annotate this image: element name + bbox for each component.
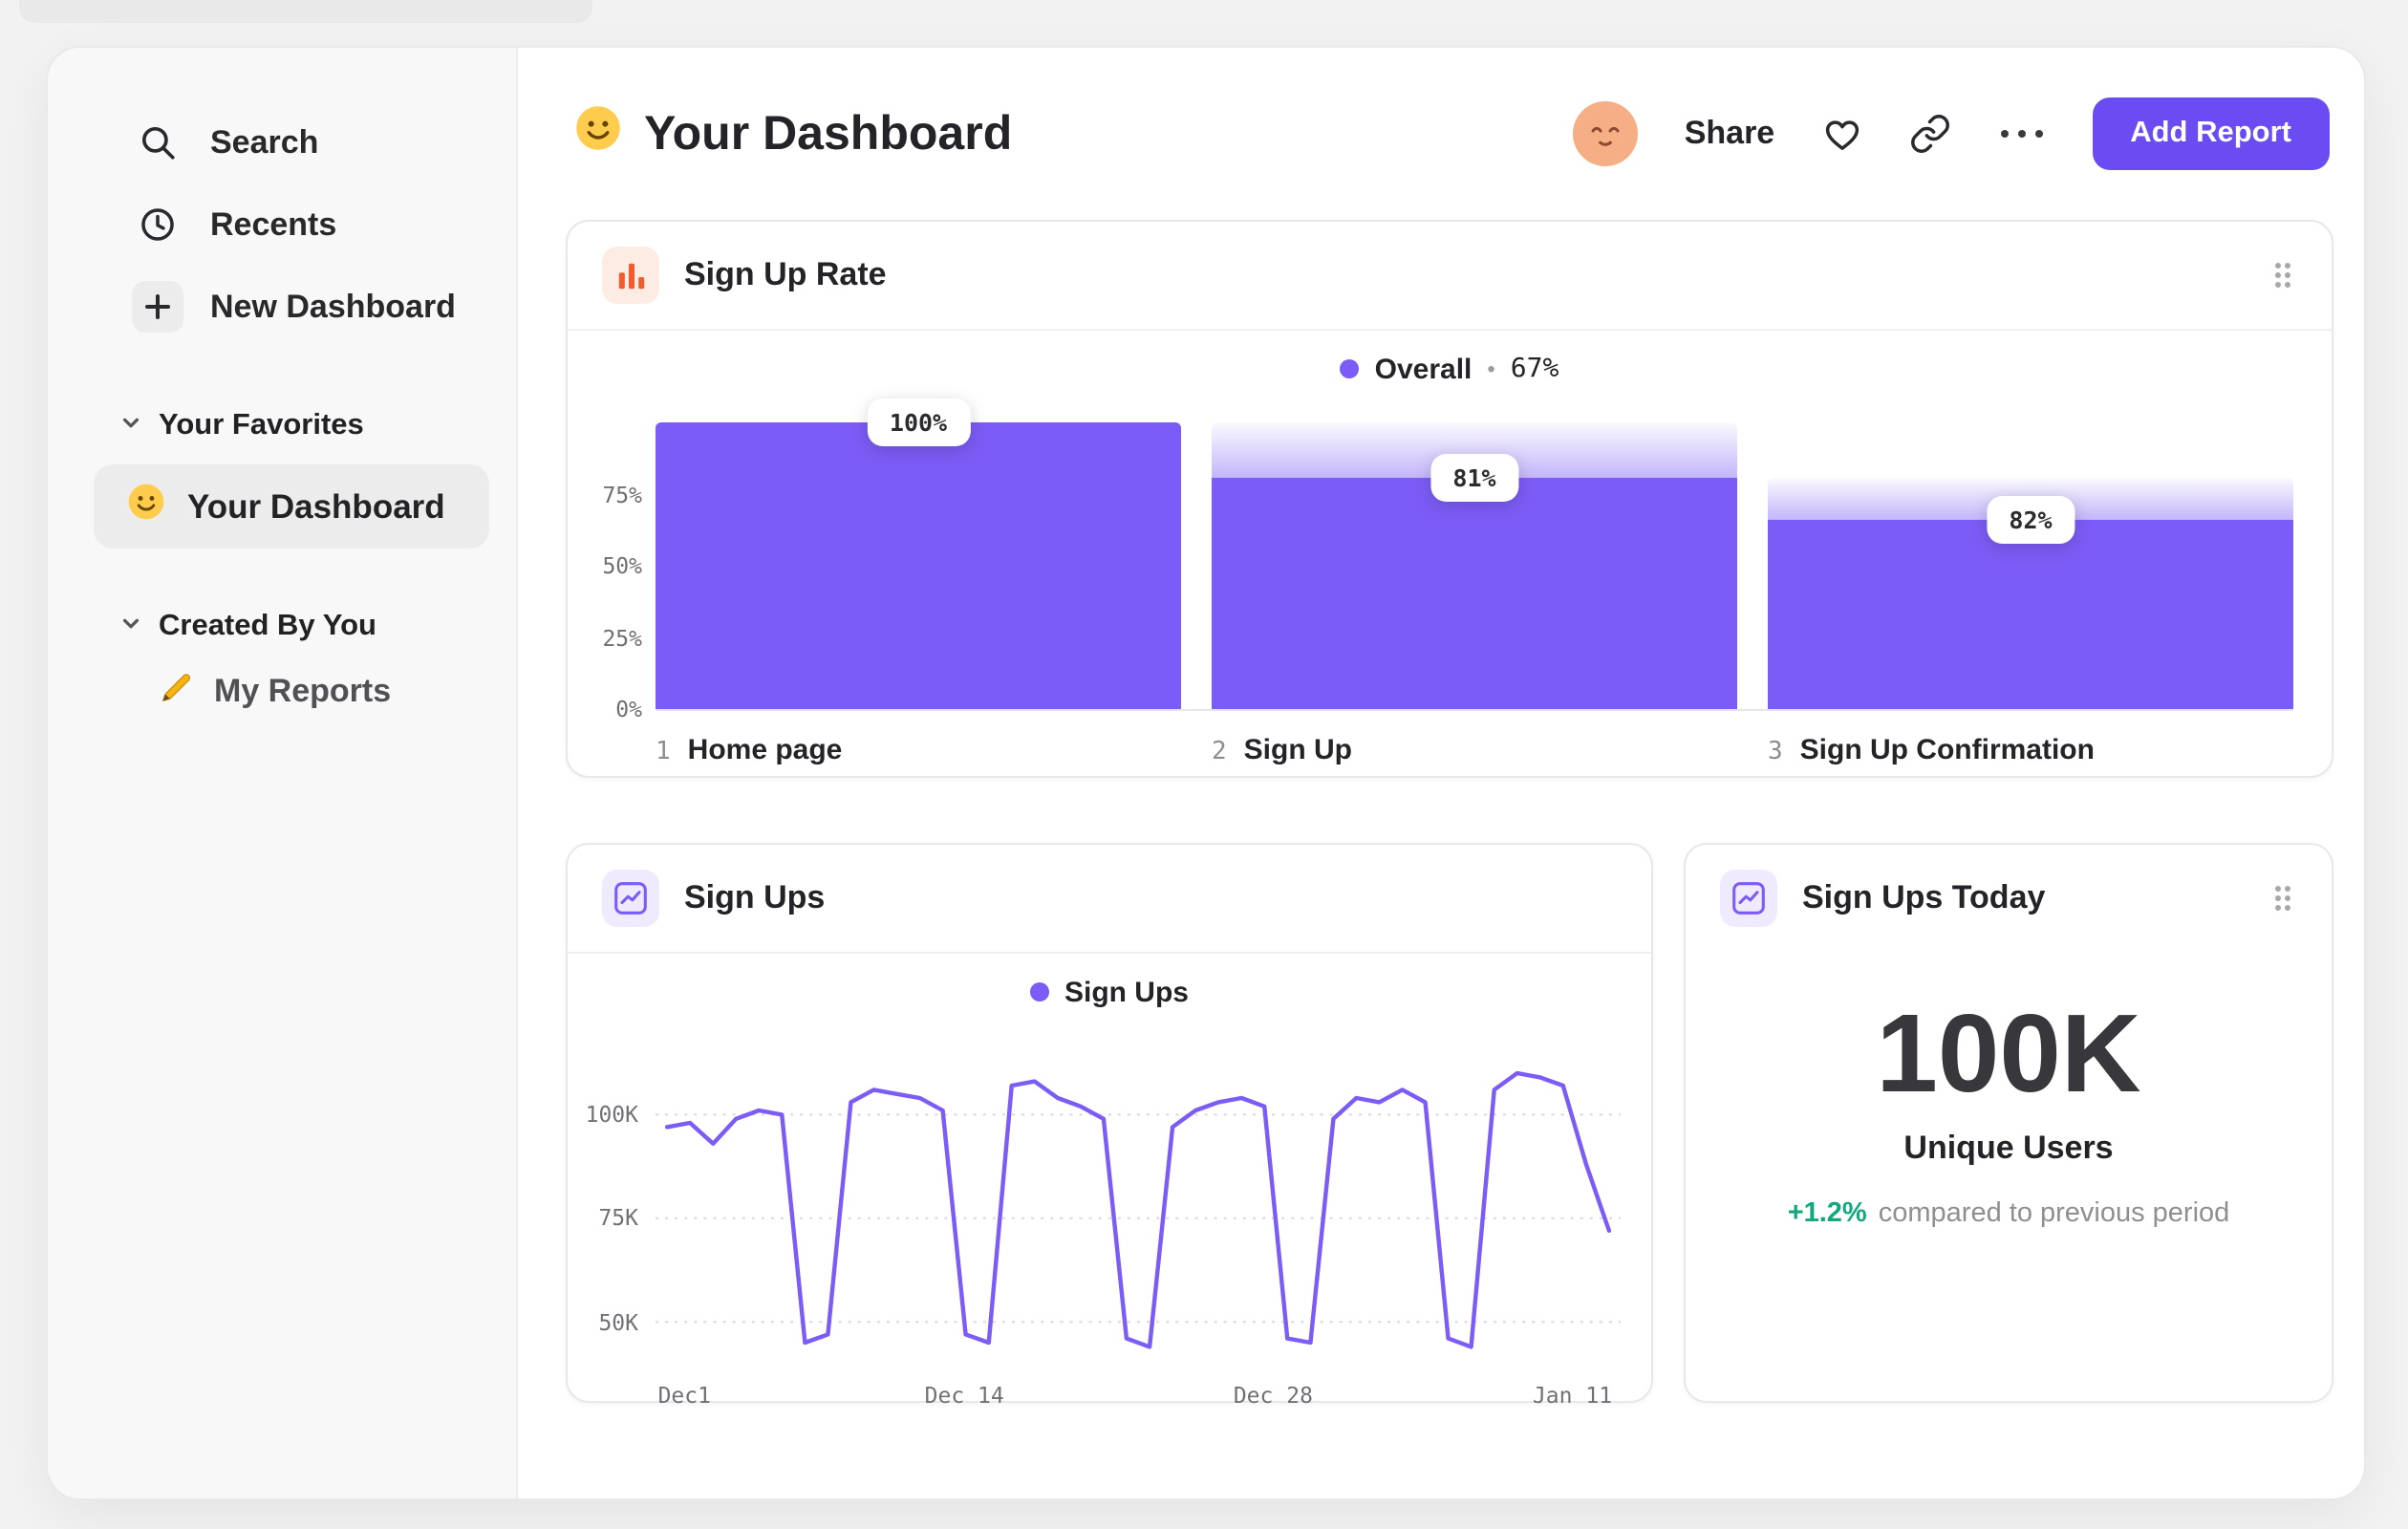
card-title: Sign Up Rate bbox=[684, 256, 887, 292]
line-x-tick: Dec 14 bbox=[924, 1382, 1004, 1409]
funnel-y-axis: 75% 50% 25% 0% bbox=[587, 422, 656, 722]
funnel-bar-sign-up[interactable]: 81% bbox=[1212, 422, 1737, 709]
app-window: Search Recents New Dashboard Your Favori… bbox=[46, 46, 2366, 1500]
chart-legend[interactable]: Overall • 67% bbox=[568, 331, 2332, 407]
signup-rate-card-header: Sign Up Rate bbox=[568, 222, 2332, 331]
pencil-icon bbox=[159, 669, 195, 715]
line-x-tick: Jan 11 bbox=[1532, 1382, 1613, 1409]
big-number-value: 100K bbox=[1876, 992, 2141, 1116]
line-x-axis: Dec1 Dec 14 Dec 28 Jan 11 bbox=[656, 1367, 1621, 1416]
legend-dot bbox=[1340, 359, 1360, 378]
main-content: Your Dashboard Share Add Report Sign Up … bbox=[518, 48, 2364, 1498]
line-chart-icon bbox=[1720, 870, 1777, 927]
chevron-down-icon bbox=[120, 409, 141, 443]
dashboard-header: Your Dashboard Share Add Report bbox=[566, 90, 2333, 178]
signups-today-card: Sign Ups Today 100K Unique Users +1.2% co… bbox=[1684, 843, 2333, 1403]
smiley-icon bbox=[126, 482, 166, 531]
signups-line-svg bbox=[656, 1070, 1621, 1349]
funnel-bar-sign-up-confirmation[interactable]: 82% bbox=[1768, 422, 2293, 709]
page-title: Your Dashboard bbox=[573, 102, 1012, 165]
legend-dot bbox=[1029, 982, 1049, 1001]
sidebar-section-created-by-you[interactable]: Created By You bbox=[48, 610, 516, 644]
signups-card: Sign Ups Sign Ups 100K 75K 50K Dec1 Dec 14 D… bbox=[566, 843, 1653, 1409]
smiley-icon bbox=[573, 102, 623, 165]
sidebar-item-search[interactable]: Search bbox=[48, 101, 516, 183]
funnel-y-tick: 75% bbox=[602, 481, 642, 507]
ellipsis-icon[interactable] bbox=[1996, 126, 2046, 141]
line-x-tick: Dec1 bbox=[657, 1382, 711, 1409]
line-y-tick: 100K bbox=[585, 1101, 638, 1129]
legend-separator: • bbox=[1487, 355, 1495, 382]
legend-series-name: Overall bbox=[1374, 353, 1473, 385]
signups-card-header: Sign Ups bbox=[568, 845, 1651, 954]
funnel-bar-home-page[interactable]: 100% bbox=[656, 398, 1181, 709]
sidebar: Search Recents New Dashboard Your Favori… bbox=[48, 48, 518, 1498]
funnel-step-label: 3 Sign Up Confirmation bbox=[1768, 734, 2095, 766]
sidebar-section-your-favorites[interactable]: Your Favorites bbox=[48, 409, 516, 443]
avatar[interactable] bbox=[1573, 101, 1639, 166]
line-x-tick: Dec 28 bbox=[1233, 1382, 1313, 1409]
sidebar-item-your-dashboard[interactable]: Your Dashboard bbox=[94, 464, 489, 549]
funnel-bar-fill bbox=[1768, 520, 2293, 709]
funnel-y-tick: 50% bbox=[602, 552, 642, 579]
sidebar-section-label: Created By You bbox=[159, 610, 376, 642]
funnel-y-tick: 25% bbox=[602, 624, 642, 651]
sidebar-item-label: Recents bbox=[210, 205, 337, 242]
funnel-bar-fill bbox=[656, 422, 1181, 709]
funnel-value-chip: 81% bbox=[1430, 453, 1519, 501]
legend-value: 67% bbox=[1510, 354, 1559, 384]
heart-icon[interactable] bbox=[1820, 113, 1862, 155]
sidebar-section-label: Your Favorites bbox=[159, 409, 364, 441]
search-icon bbox=[132, 122, 183, 162]
line-chart-icon bbox=[602, 870, 659, 927]
bar-chart-icon bbox=[602, 247, 659, 304]
signups-today-card-header: Sign Ups Today bbox=[1686, 845, 2332, 952]
add-report-button[interactable]: Add Report bbox=[2092, 97, 2330, 170]
sidebar-item-label: New Dashboard bbox=[210, 288, 456, 324]
window-artifact bbox=[19, 0, 592, 23]
funnel-step-label: 2 Sign Up bbox=[1212, 734, 1352, 766]
line-y-tick: 50K bbox=[598, 1308, 638, 1336]
line-y-axis: 100K 75K 50K bbox=[575, 1045, 656, 1367]
page-title-text: Your Dashboard bbox=[644, 106, 1013, 160]
card-title: Sign Ups Today bbox=[1802, 879, 2046, 915]
funnel-y-tick: 0% bbox=[615, 696, 642, 722]
delta-note: compared to previous period bbox=[1878, 1197, 2230, 1229]
big-number-label: Unique Users bbox=[1903, 1129, 2114, 1166]
funnel-step-label: 1 Home page bbox=[656, 734, 843, 766]
funnel-value-chip: 82% bbox=[1986, 496, 2075, 544]
sidebar-item-recents[interactable]: Recents bbox=[48, 183, 516, 266]
delta-row: +1.2% compared to previous period bbox=[1788, 1198, 2230, 1229]
share-button[interactable]: Share bbox=[1685, 115, 1775, 153]
drag-handle-icon[interactable] bbox=[2265, 252, 2301, 298]
funnel-bar-fill bbox=[1212, 477, 1737, 709]
plus-icon bbox=[132, 281, 183, 333]
sidebar-item-label: My Reports bbox=[214, 673, 392, 709]
signup-rate-card: Sign Up Rate Overall • 67% 75% 50% 25% 0% bbox=[566, 220, 2333, 778]
page: Search Recents New Dashboard Your Favori… bbox=[0, 0, 2408, 1529]
delta-value: +1.2% bbox=[1787, 1197, 1867, 1229]
sidebar-item-new-dashboard[interactable]: New Dashboard bbox=[48, 266, 516, 348]
sidebar-item-label: Your Dashboard bbox=[187, 486, 445, 525]
sidebar-item-my-reports[interactable]: My Reports bbox=[48, 669, 516, 715]
clock-icon bbox=[132, 205, 183, 245]
line-plot-area bbox=[656, 1045, 1621, 1367]
legend-series-name: Sign Ups bbox=[1064, 976, 1189, 1008]
card-title: Sign Ups bbox=[684, 879, 826, 915]
funnel-chart: 75% 50% 25% 0% 100% 81% 82% 1 Home page … bbox=[568, 398, 2332, 766]
chevron-down-icon bbox=[120, 610, 141, 644]
link-icon[interactable] bbox=[1908, 113, 1950, 155]
funnel-value-chip: 100% bbox=[866, 398, 971, 446]
line-chart[interactable]: 100K 75K 50K Dec1 Dec 14 Dec 28 Jan 11 bbox=[568, 1030, 1651, 1416]
drag-handle-icon[interactable] bbox=[2265, 875, 2301, 921]
sidebar-item-label: Search bbox=[210, 123, 319, 160]
line-y-tick: 75K bbox=[598, 1204, 638, 1232]
header-actions: Share Add Report bbox=[1573, 97, 2333, 170]
chart-legend[interactable]: Sign Ups bbox=[568, 954, 1651, 1030]
